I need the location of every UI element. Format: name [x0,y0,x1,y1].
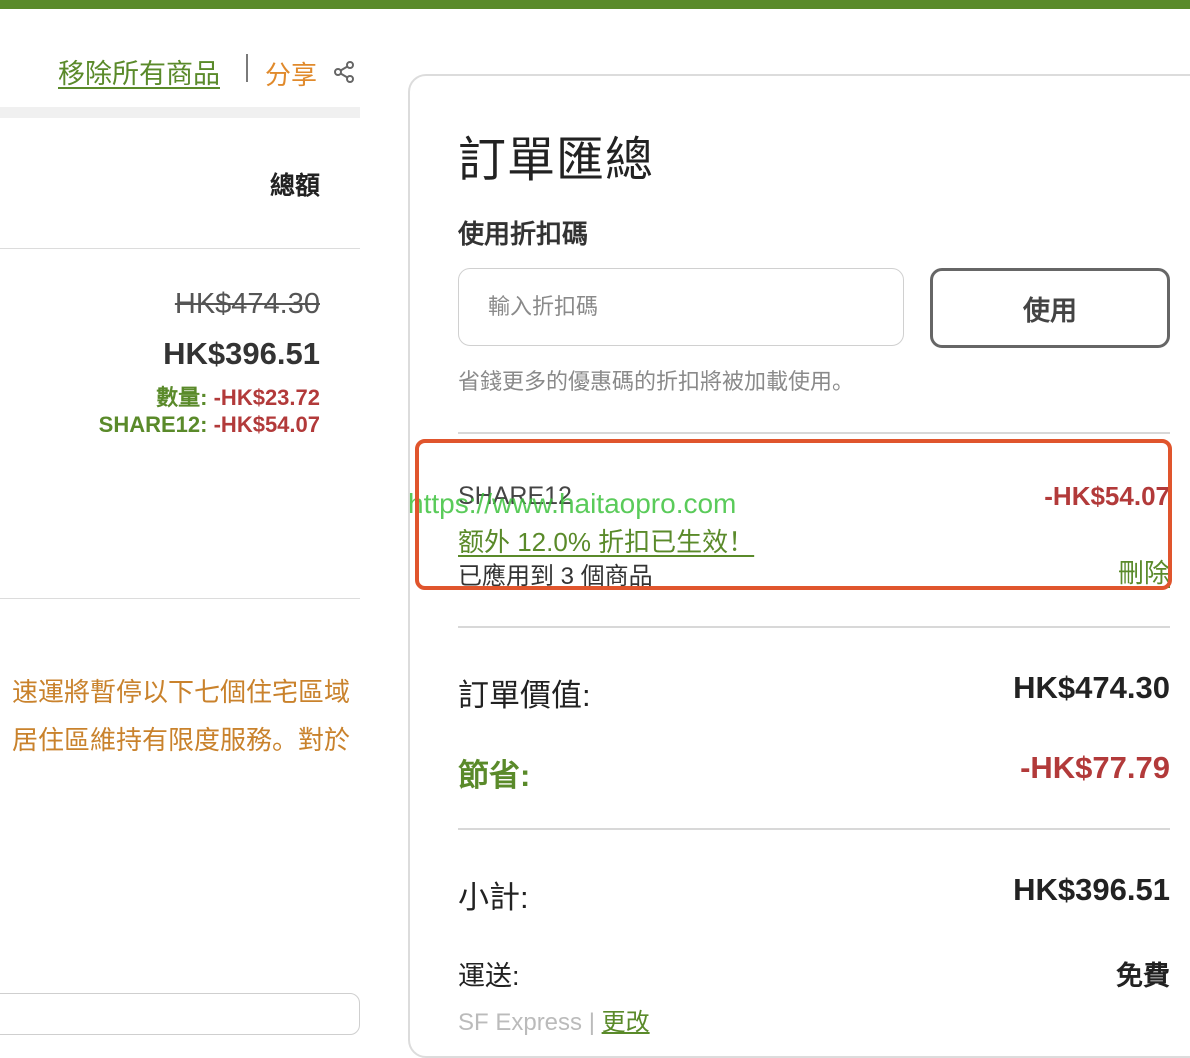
discount-amount: -HK$54.07 [213,412,320,437]
order-value: HK$474.30 [1013,670,1170,705]
subtotal-label: 小計: [458,880,529,915]
item-discount-row: 數量: -HK$23.72 [0,380,320,412]
notice-text: 居住區維持有限度服務。對於 [11,725,350,754]
order-value-label: 訂單價值: [458,678,591,713]
item-original-price: HK$474.30 [174,288,320,320]
shipping-notice-line: 速運將暫停以下七個住宅區域 [0,672,360,706]
cart-actions: 移除所有商品 分享 [0,50,360,90]
item-final-price: HK$396.51 [163,336,320,371]
subtotal-value: HK$396.51 [1013,872,1170,907]
column-header-total: 總額 [269,172,320,200]
discount-label: 數量: [156,385,208,410]
savings-value: -HK$77.79 [1020,750,1170,785]
divider [0,598,360,599]
item-discount-row: SHARE12: -HK$54.07 [0,412,320,438]
coupon-hint: 省錢更多的優惠碼的折扣將被加載使用。 [458,369,855,394]
discount-label: SHARE12: [98,412,208,437]
shipping-label: 運送: [458,961,520,991]
remove-all-link[interactable]: 移除所有商品 [58,52,220,91]
apply-coupon-button[interactable]: 使用 [930,268,1170,348]
shipping-notice-line: 居住區維持有限度服務。對於 [0,720,360,754]
divider [458,432,1170,434]
change-shipping-link[interactable]: 更改 [602,1009,650,1036]
divider [458,626,1170,628]
share-icon[interactable] [332,60,356,84]
page-title: 訂單匯總 [458,134,655,187]
share-link[interactable]: 分享 [265,55,317,92]
top-brand-bar [0,0,1190,9]
notice-text: 速運將暫停以下七個住宅區域 [11,677,350,706]
shipping-method-name: SF Express [458,1009,583,1036]
divider [0,248,360,249]
savings-label: 節省: [458,758,531,793]
discount-amount: -HK$23.72 [213,385,320,410]
divider [458,828,1170,830]
left-card-edge [0,993,360,1035]
coupon-input[interactable] [458,268,904,346]
divider [246,54,248,82]
shipping-method: SF Express | 更改 [458,1009,650,1036]
table-header-strip [0,107,360,118]
shipping-value: 免費 [1116,961,1170,991]
coupon-label: 使用折扣碼 [458,219,589,249]
highlight-annotation-box [415,439,1172,590]
